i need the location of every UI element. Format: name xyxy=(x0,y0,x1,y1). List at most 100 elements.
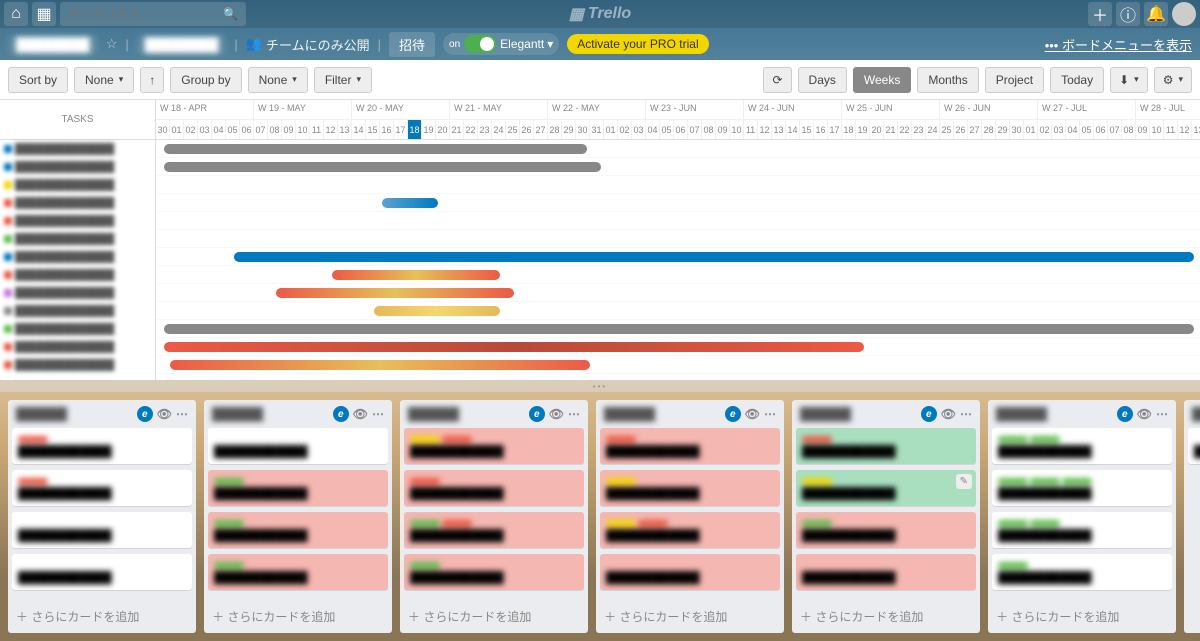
list-title[interactable]: ██████ xyxy=(604,407,721,421)
card[interactable]: ████████████ xyxy=(404,470,584,506)
gantt-bar[interactable] xyxy=(164,162,601,172)
settings-dropdown[interactable]: ⚙ xyxy=(1154,67,1192,93)
card[interactable]: ████████████✎ xyxy=(796,470,976,506)
board-menu-button[interactable]: ••• ボードメニューを表示 xyxy=(1045,35,1192,54)
card[interactable]: ████████████ xyxy=(600,470,780,506)
gantt-bar[interactable] xyxy=(374,306,500,316)
gantt-task-row[interactable]: ██████████████ xyxy=(0,266,155,284)
list-menu-button[interactable]: ⋯ xyxy=(960,407,972,421)
refresh-button[interactable]: ⟳ xyxy=(763,67,791,93)
card[interactable]: ████████████ xyxy=(796,512,976,548)
view-weeks-button[interactable]: Weeks xyxy=(853,67,911,93)
edit-card-button[interactable]: ✎ xyxy=(956,474,972,489)
list-menu-button[interactable]: ⋯ xyxy=(764,407,776,421)
list-title[interactable]: ██████ xyxy=(800,407,917,421)
boards-button[interactable]: ▦ xyxy=(32,2,56,26)
board-name[interactable]: ████████ xyxy=(8,35,98,54)
elegantt-badge-icon[interactable]: e xyxy=(137,406,153,422)
gantt-task-row[interactable]: ██████████████ xyxy=(0,248,155,266)
gantt-bar[interactable] xyxy=(164,342,864,352)
visibility-button[interactable]: 👥チームにのみ公開 xyxy=(246,35,370,54)
add-card-button[interactable]: ＋ さらにカードを追加 xyxy=(8,600,196,633)
list-title[interactable]: ██████ xyxy=(212,407,329,421)
gantt-task-row[interactable]: ██████████████ xyxy=(0,140,155,158)
elegantt-badge-icon[interactable]: e xyxy=(1117,406,1133,422)
elegantt-toggle[interactable] xyxy=(464,35,496,53)
sort-by-button[interactable]: Sort by xyxy=(8,67,68,93)
download-dropdown[interactable]: ⬇ xyxy=(1110,67,1148,93)
list-header[interactable]: ██████e👁⋯ xyxy=(792,400,980,428)
list-header[interactable]: ██████e👁⋯ xyxy=(8,400,196,428)
notifications-button[interactable]: 🔔 xyxy=(1144,2,1168,26)
list-menu-button[interactable]: ⋯ xyxy=(372,407,384,421)
gantt-task-row[interactable]: ██████████████ xyxy=(0,212,155,230)
card[interactable]: ████████████ xyxy=(1188,428,1200,464)
gantt-bar[interactable] xyxy=(234,252,1194,262)
info-button[interactable]: ⓘ xyxy=(1116,2,1140,26)
gantt-bar[interactable] xyxy=(164,324,1194,334)
elegantt-badge-icon[interactable]: e xyxy=(725,406,741,422)
pane-resizer[interactable] xyxy=(0,380,1200,392)
invite-button[interactable]: 招待 xyxy=(389,32,435,57)
today-button[interactable]: Today xyxy=(1050,67,1104,93)
add-card-button[interactable]: ＋ さらにカードを追加 xyxy=(792,600,980,633)
home-button[interactable]: ⌂ xyxy=(4,2,28,26)
sort-value-dropdown[interactable]: None xyxy=(74,67,134,93)
user-avatar[interactable] xyxy=(1172,2,1196,26)
add-card-button[interactable]: ＋ さらにカードを追加 xyxy=(988,600,1176,633)
gantt-task-row[interactable]: ██████████████ xyxy=(0,284,155,302)
team-name[interactable]: ████████ xyxy=(137,35,227,54)
card[interactable]: ████████████ xyxy=(208,428,388,464)
gantt-task-row[interactable]: ██████████████ xyxy=(0,176,155,194)
card[interactable]: ████████████ xyxy=(404,428,584,464)
list-menu-button[interactable]: ⋯ xyxy=(1156,407,1168,421)
list-menu-button[interactable]: ⋯ xyxy=(176,407,188,421)
view-project-button[interactable]: Project xyxy=(985,67,1044,93)
card[interactable]: ████████████ xyxy=(992,554,1172,590)
card[interactable]: ████████████ xyxy=(796,554,976,590)
card[interactable]: ████████████ xyxy=(992,470,1172,506)
card[interactable]: ████████████ xyxy=(600,554,780,590)
gantt-task-row[interactable]: ██████████████ xyxy=(0,194,155,212)
card[interactable]: ████████████ xyxy=(600,428,780,464)
board-lists[interactable]: ██████e👁⋯███████████████████████████████… xyxy=(0,392,1200,641)
add-card-button[interactable]: ＋ さらにカードを追加 xyxy=(596,600,784,633)
card[interactable]: ████████████ xyxy=(208,554,388,590)
group-by-button[interactable]: Group by xyxy=(170,67,241,93)
gantt-task-row[interactable]: ██████████████ xyxy=(0,158,155,176)
card[interactable]: ████████████ xyxy=(404,554,584,590)
gantt-bar[interactable] xyxy=(276,288,514,298)
list-title[interactable]: ██████ xyxy=(408,407,525,421)
gantt-task-row[interactable]: ██████████████ xyxy=(0,356,155,374)
card[interactable]: ████████████ xyxy=(404,512,584,548)
gantt-task-row[interactable]: ██████████████ xyxy=(0,230,155,248)
gantt-bar[interactable] xyxy=(382,198,438,208)
star-button[interactable]: ☆ xyxy=(106,36,118,52)
list-header[interactable]: ██████e👁⋯ xyxy=(204,400,392,428)
search-box[interactable]: 🔍 xyxy=(60,2,246,26)
card[interactable]: ████████████ xyxy=(796,428,976,464)
add-card-button[interactable]: ＋ さらにカードを追加 xyxy=(400,600,588,633)
elegantt-badge-icon[interactable]: e xyxy=(529,406,545,422)
list-menu-button[interactable]: ⋯ xyxy=(568,407,580,421)
gantt-timeline[interactable]: W 18 - APRW 19 - MAYW 20 - MAYW 21 - MAY… xyxy=(156,100,1200,380)
sort-direction-button[interactable]: ↑ xyxy=(140,67,164,93)
filter-dropdown[interactable]: Filter xyxy=(314,67,372,93)
list-header[interactable]: ██████e👁⋯ xyxy=(400,400,588,428)
create-button[interactable]: ＋ xyxy=(1088,2,1112,26)
add-card-button[interactable]: ＋ さらにカードを追加 xyxy=(204,600,392,633)
elegantt-badge-icon[interactable]: e xyxy=(921,406,937,422)
list-header[interactable]: ██████e👁⋯ xyxy=(1184,400,1200,428)
card[interactable]: ████████████ xyxy=(12,470,192,506)
list-title[interactable]: ██████ xyxy=(1192,407,1200,421)
trello-logo[interactable]: ▦ Trello xyxy=(569,4,631,24)
list-header[interactable]: ██████e👁⋯ xyxy=(596,400,784,428)
card[interactable]: ████████████ xyxy=(600,512,780,548)
card[interactable]: ████████████ xyxy=(208,512,388,548)
card[interactable]: ████████████ xyxy=(12,512,192,548)
gantt-bar[interactable] xyxy=(332,270,500,280)
search-input[interactable] xyxy=(68,7,223,21)
list-title[interactable]: ██████ xyxy=(996,407,1113,421)
elegantt-badge-icon[interactable]: e xyxy=(333,406,349,422)
view-days-button[interactable]: Days xyxy=(798,67,847,93)
